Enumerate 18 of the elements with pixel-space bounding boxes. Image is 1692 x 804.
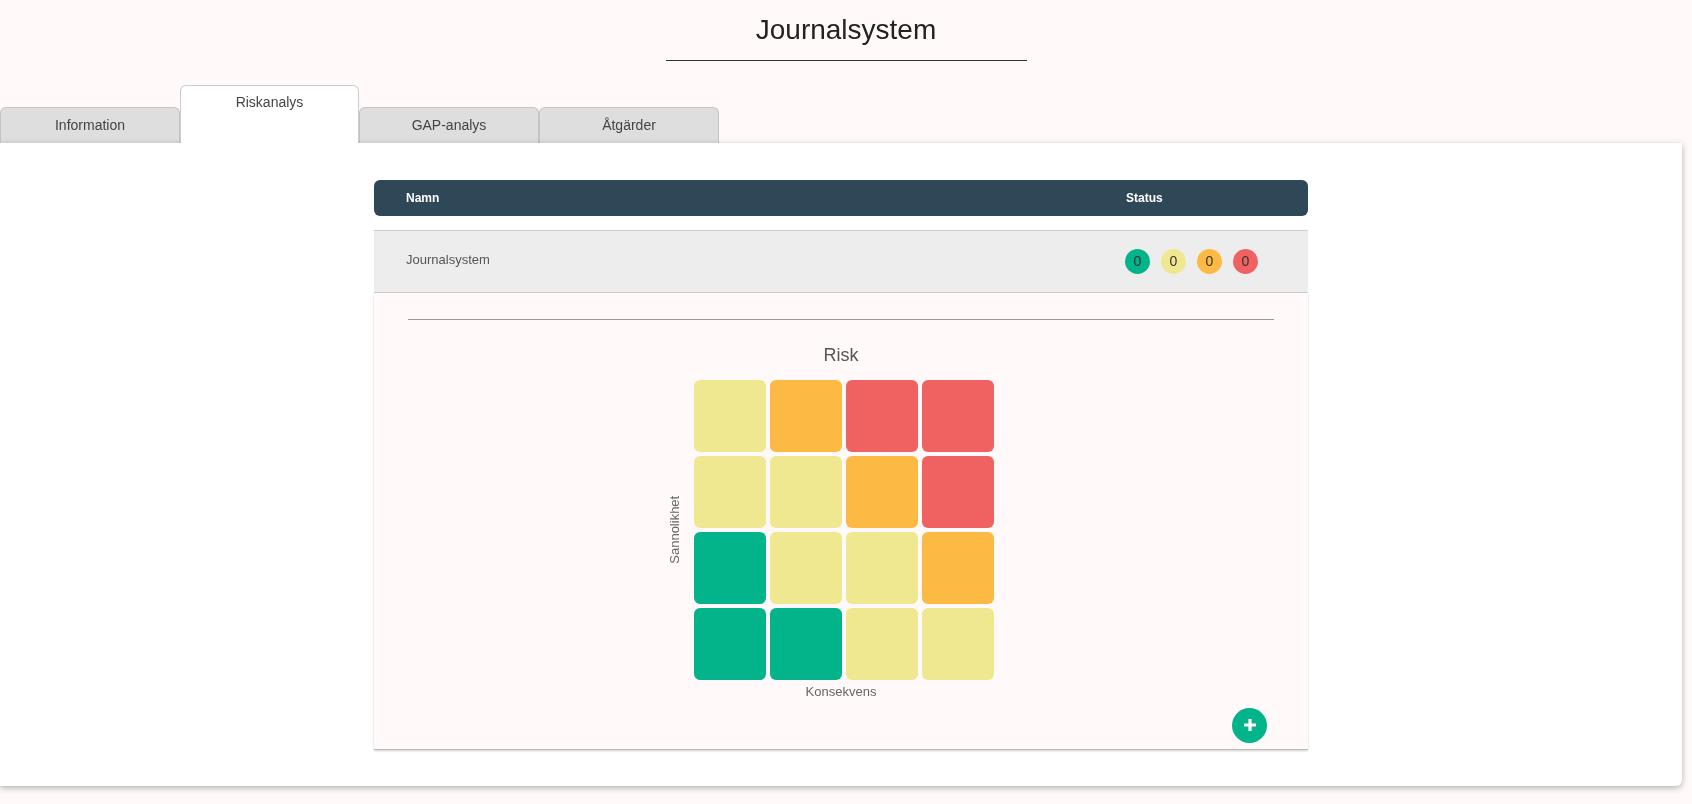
column-header: Status: [1126, 190, 1163, 207]
chart-title: Risk: [823, 344, 859, 367]
column-header: Namn: [406, 190, 441, 207]
status-count: 0: [1233, 249, 1258, 274]
axis-label: Konsekvens: [805, 683, 877, 701]
page-title: Journalsystem: [755, 14, 937, 46]
tab[interactable]: GAP-analys: [359, 107, 539, 143]
tab[interactable]: Information: [0, 107, 180, 143]
status-count: 0: [1161, 249, 1186, 274]
plus-icon: [1241, 717, 1258, 733]
axis-label: Sannolikhet: [665, 496, 683, 564]
status-count: 0: [1197, 249, 1222, 274]
status-count: 0: [1125, 249, 1150, 274]
table-row[interactable]: Journalsystem 0 0 0 0: [374, 230, 1308, 293]
tab[interactable]: Riskanalys: [180, 85, 359, 143]
tab[interactable]: Åtgärder: [539, 107, 719, 143]
add-button[interactable]: [1232, 707, 1267, 743]
table-cell-text: Journalsystem: [406, 251, 491, 270]
